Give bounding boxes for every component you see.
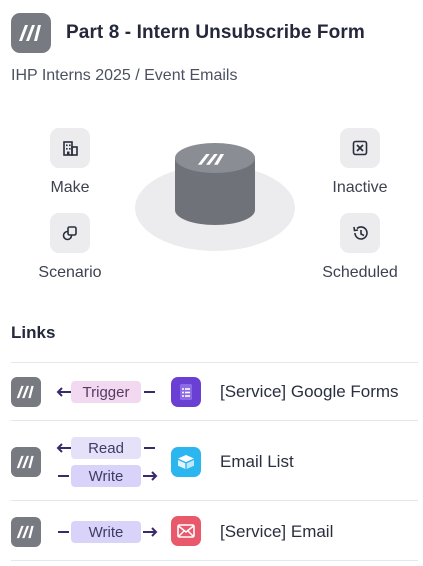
connector-line — [144, 391, 155, 393]
service-name: [Service] Email — [220, 522, 334, 541]
write-badge: Write — [71, 465, 141, 487]
scenario-label: Scenario — [38, 264, 102, 281]
scenario-cylinder — [134, 138, 296, 253]
connector-line — [144, 447, 155, 449]
breadcrumb[interactable]: IHP Interns 2025 / Event Emails — [11, 67, 237, 85]
make-logo-icon — [11, 447, 41, 477]
links-title: Links — [11, 323, 56, 342]
connector-line — [58, 531, 69, 533]
google-forms-icon — [171, 377, 201, 407]
service-name: Email List — [220, 452, 294, 471]
email-icon — [171, 516, 201, 546]
make-label: Make — [50, 179, 90, 196]
datastore-icon — [171, 447, 201, 477]
make-logo-icon — [11, 517, 41, 547]
arrow-right-icon — [143, 527, 158, 537]
divider — [11, 362, 418, 363]
read-badge: Read — [71, 437, 141, 459]
page-title: Part 8 - Intern Unsubscribe Form — [66, 22, 365, 43]
header: Part 8 - Intern Unsubscribe Form — [11, 13, 365, 53]
arrow-left-icon — [56, 387, 71, 397]
history-icon[interactable] — [340, 213, 380, 253]
trigger-badge: Trigger — [71, 381, 141, 403]
divider — [11, 500, 418, 501]
inactive-label: Inactive — [332, 179, 388, 196]
arrow-left-icon — [56, 443, 71, 453]
scenario-icon[interactable] — [50, 213, 90, 253]
arrow-right-icon — [143, 471, 158, 481]
link-row-email-list[interactable]: Read Write Email List — [0, 432, 423, 492]
link-row-google-forms[interactable]: Trigger [Service] Google Forms — [0, 372, 423, 412]
make-logo-icon — [11, 377, 41, 407]
connector-line — [58, 475, 69, 477]
divider — [11, 560, 418, 561]
make-logo-icon — [11, 13, 51, 53]
divider — [11, 420, 418, 421]
link-row-email[interactable]: Write [Service] Email — [0, 511, 423, 551]
service-name: [Service] Google Forms — [220, 382, 399, 401]
write-badge: Write — [71, 521, 141, 543]
close-box-icon[interactable] — [340, 128, 380, 168]
building-icon[interactable] — [50, 128, 90, 168]
scheduled-label: Scheduled — [322, 264, 398, 281]
